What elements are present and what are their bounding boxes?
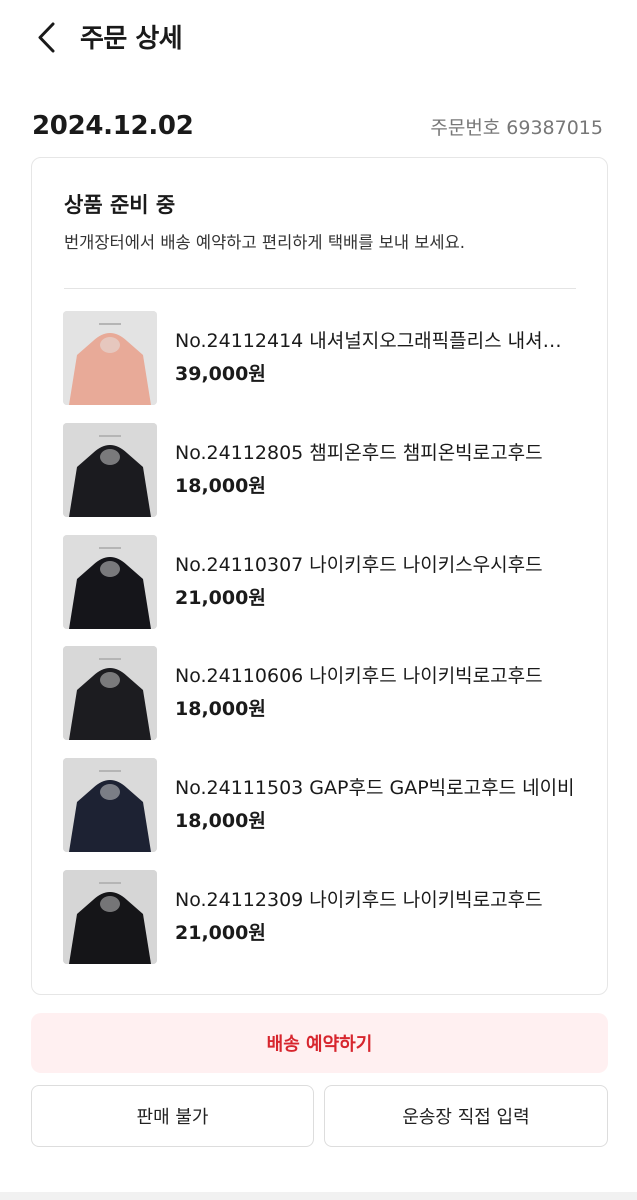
- back-button[interactable]: [28, 18, 68, 58]
- order-number-value: 69387015: [506, 117, 603, 139]
- item-list: No.24112414 내셔널지오그래픽플리스 내셔널지오그래픽후리스 39,00…: [63, 311, 577, 982]
- product-item[interactable]: No.24112309 나이키후드 나이키빅로고후드 21,000원: [63, 869, 577, 982]
- product-thumbnail: [63, 534, 157, 629]
- manual-tracking-button[interactable]: 운송장 직접 입력: [324, 1085, 608, 1147]
- product-price: 21,000원: [175, 921, 266, 944]
- reserve-delivery-button[interactable]: 배송 예약하기: [31, 1013, 608, 1073]
- product-item[interactable]: No.24110307 나이키후드 나이키스우시후드 21,000원: [63, 534, 577, 647]
- product-price: 18,000원: [175, 810, 266, 833]
- product-thumbnail: [63, 646, 157, 741]
- product-item[interactable]: No.24111503 GAP후드 GAP빅로고후드 네이비 18,000원: [63, 758, 577, 870]
- product-name: No.24112805 챔피온후드 챔피온빅로고후드: [175, 441, 543, 464]
- product-thumbnail: [63, 758, 157, 853]
- product-price: 18,000원: [175, 474, 266, 497]
- product-price: 18,000원: [175, 698, 266, 721]
- product-name: No.24110307 나이키후드 나이키스우시후드: [175, 553, 543, 576]
- status-title: 상품 준비 중: [64, 193, 176, 217]
- product-price: 39,000원: [175, 363, 266, 385]
- product-thumbnail: [63, 311, 157, 405]
- product-thumbnail: [63, 422, 157, 517]
- order-date: 2024.12.02: [32, 111, 194, 141]
- product-item[interactable]: No.24110606 나이키후드 나이키빅로고후드 18,000원: [63, 646, 577, 758]
- product-item[interactable]: No.24112414 내셔널지오그래픽플리스 내셔널지오그래픽후리스 39,00…: [63, 311, 577, 423]
- divider: [64, 288, 576, 289]
- unavailable-button[interactable]: 판매 불가: [31, 1085, 314, 1147]
- product-thumbnail: [63, 869, 157, 964]
- top-bar: 주문 상세: [0, 0, 637, 78]
- order-number-label: 주문번호: [430, 117, 501, 139]
- product-name: No.24111503 GAP후드 GAP빅로고후드 네이비: [175, 777, 575, 800]
- product-name: No.24112309 나이키후드 나이키빅로고후드: [175, 888, 543, 911]
- product-price: 21,000원: [175, 586, 266, 609]
- bottom-bar: [0, 1192, 637, 1200]
- order-number: 주문번호 69387015: [430, 113, 603, 143]
- chevron-left-icon: [38, 22, 55, 53]
- product-item[interactable]: No.24112805 챔피온후드 챔피온빅로고후드 18,000원: [63, 422, 577, 535]
- product-name: No.24110606 나이키후드 나이키빅로고후드: [175, 665, 543, 688]
- status-description: 번개장터에서 배송 예약하고 편리하게 택배를 보내 보세요.: [64, 233, 466, 252]
- page-title: 주문 상세: [80, 24, 183, 54]
- product-name: No.24112414 내셔널지오그래픽플리스 내셔널지오그래픽후리스: [175, 330, 577, 352]
- order-status-card: 상품 준비 중 번개장터에서 배송 예약하고 편리하게 택배를 보내 보세요. …: [31, 157, 608, 995]
